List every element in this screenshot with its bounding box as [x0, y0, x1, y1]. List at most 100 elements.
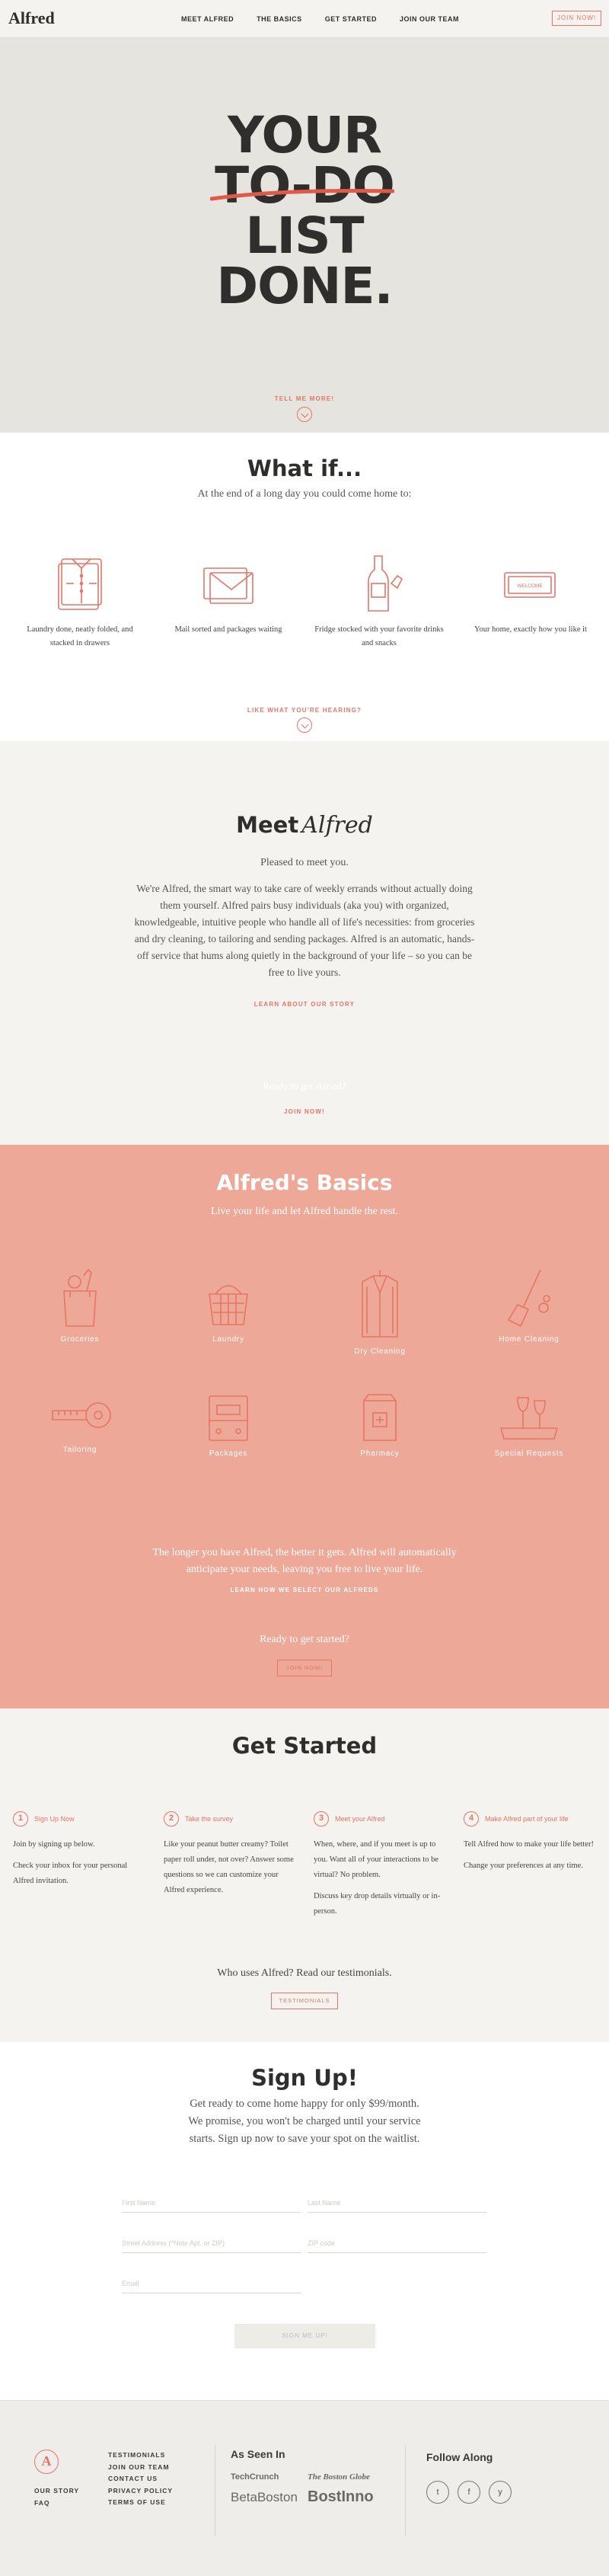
footer-divider — [405, 2445, 406, 2536]
basics-label: Tailoring — [62, 1446, 97, 1454]
welcome-mat-text: WELCOME — [517, 583, 543, 589]
as-seen-in-heading: As Seen In — [231, 2448, 285, 2460]
press-bostinno[interactable]: BostInno — [308, 2488, 374, 2506]
tumblr-icon[interactable]: t — [426, 2481, 449, 2504]
basics-label: Special Requests — [494, 1449, 564, 1458]
alfred-badge-logo[interactable]: A — [34, 2450, 59, 2474]
wine-bottle-icon — [368, 555, 403, 612]
basics-item: Home Cleaning — [461, 1268, 598, 1344]
what-if-title: What if... — [247, 455, 362, 481]
meet-title-meet: Meet — [236, 812, 299, 838]
nav-the-basics[interactable]: THE BASICS — [257, 15, 302, 23]
basics-join-now-button[interactable]: JOIN NOW! — [277, 1660, 332, 1676]
what-if-caption: Laundry done, neatly folded, and stacked… — [27, 625, 133, 647]
basics-title: Alfred's Basics — [216, 1170, 393, 1195]
footer-link-join-our-team[interactable]: JOIN OUR TEAM — [108, 2462, 173, 2474]
step-text: Discuss key drop details virtually or in… — [314, 1892, 441, 1916]
package-icon — [209, 1395, 248, 1441]
laundry-shirts-icon — [58, 558, 102, 610]
mail-envelope-icon — [203, 567, 253, 604]
press-betaboston[interactable]: BetaBoston — [231, 2490, 298, 2505]
footer-links-col2: TESTIMONIALS JOIN OUR TEAM CONTACT US PR… — [108, 2450, 173, 2509]
basics-label: Dry Cleaning — [354, 1347, 406, 1356]
basics-label: Home Cleaning — [499, 1335, 560, 1344]
nav-meet-alfred[interactable]: MEET ALFRED — [181, 15, 234, 23]
basics-item: Tailoring — [11, 1394, 148, 1454]
step-title: Make Alfred part of your life — [485, 1815, 569, 1823]
nav-get-started[interactable]: GET STARTED — [325, 15, 377, 23]
hero-line-todo: TO-DO — [215, 156, 395, 215]
wine-glasses-icon — [499, 1397, 559, 1440]
zip-code-field[interactable]: ZIP code — [308, 2236, 486, 2253]
basics-item: Pharmacy — [311, 1390, 448, 1458]
step-4: 4 Make Alfred part of your life Tell Alfr… — [464, 1811, 597, 1874]
strikethrough-stroke — [210, 188, 394, 201]
what-if-item: Laundry done, neatly folded, and stacked… — [15, 553, 145, 650]
learn-how-we-select-link[interactable]: LEARN HOW WE SELECT OUR ALFREDS — [0, 1587, 609, 1593]
who-uses-alfred-text: Who uses Alfred? Read our testimonials. — [217, 1967, 392, 1979]
footer-link-our-story[interactable]: OUR STORY — [34, 2485, 79, 2498]
follow-along-heading: Follow Along — [426, 2451, 493, 2463]
measuring-tape-icon — [52, 1402, 111, 1428]
footer-link-privacy-policy[interactable]: PRIVACY POLICY — [108, 2485, 173, 2498]
sign-up-text: Get ready to come home happy for only $9… — [188, 2098, 421, 2145]
step-text: Change your preferences at any time. — [464, 1862, 583, 1870]
what-if-section: What if... At the end of a long day you … — [0, 433, 609, 741]
first-name-field[interactable]: First Name — [122, 2196, 301, 2213]
step-text: Like your peanut butter creamy? Toilet p… — [164, 1840, 294, 1894]
last-name-field[interactable]: Last Name — [308, 2196, 486, 2213]
alfreds-basics-section: Alfred's Basics Live your life and let A… — [0, 1145, 609, 1708]
like-what-youre-hearing-link[interactable]: LIKE WHAT YOU'RE HEARING? — [0, 707, 609, 714]
sign-up-title: Sign Up! — [251, 2065, 358, 2091]
step-text: Tell Alfred how to make your life better… — [464, 1840, 594, 1849]
step-number-icon: 3 — [314, 1811, 329, 1827]
basics-item: Laundry — [160, 1268, 297, 1344]
street-address-field[interactable]: Street Address (*Note Apt. or ZIP) — [122, 2236, 301, 2253]
join-now-button[interactable]: JOIN NOW! — [552, 11, 601, 26]
nav-join-our-team[interactable]: JOIN OUR TEAM — [400, 15, 459, 23]
get-started-section: Get Started 1 Sign Up Now Join by signing… — [0, 1708, 609, 2042]
get-started-title: Get Started — [231, 1733, 378, 1759]
what-if-subtitle: At the end of a long day you could come … — [197, 488, 412, 500]
hero-line-your: YOUR — [228, 106, 382, 165]
alfred-logo[interactable]: Alfred — [8, 8, 55, 28]
sign-up-section: Sign Up! Get ready to come home happy fo… — [0, 2042, 609, 2400]
scroll-down-icon[interactable] — [297, 718, 312, 733]
footer-links-col1: OUR STORY FAQ — [34, 2485, 79, 2509]
site-footer: A OUR STORY FAQ TESTIMONIALS JOIN OUR TE… — [0, 2400, 609, 2576]
site-header: Alfred MEET ALFRED THE BASICS GET STARTE… — [0, 0, 609, 38]
press-boston-globe[interactable]: The Boston Globe — [308, 2472, 370, 2482]
facebook-icon[interactable]: f — [458, 2481, 480, 2504]
step-3: 3 Meet your Alfred When, where, and if yo… — [314, 1811, 447, 1919]
welcome-mat-icon: WELCOME — [504, 572, 556, 598]
step-title: Take the survey — [185, 1815, 234, 1823]
testimonials-button[interactable]: TESTIMONIALS — [271, 1993, 338, 2009]
meet-join-now-link[interactable]: JOIN NOW! — [0, 1108, 609, 1115]
twitter-icon[interactable]: y — [489, 2481, 512, 2504]
step-number-icon: 2 — [164, 1811, 179, 1827]
basics-label: Groceries — [60, 1335, 100, 1344]
footer-link-testimonials[interactable]: TESTIMONIALS — [108, 2450, 173, 2462]
what-if-item: Fridge stocked with your favorite drinks… — [314, 553, 444, 650]
step-1: 1 Sign Up Now Join by signing up below. C… — [13, 1811, 146, 1889]
step-text: Join by signing up below. — [13, 1840, 95, 1849]
dry-cleaning-jacket-icon — [362, 1270, 398, 1338]
press-techcrunch[interactable]: TechCrunch — [231, 2472, 279, 2482]
footer-link-faq[interactable]: FAQ — [34, 2498, 79, 2510]
step-title: Meet your Alfred — [335, 1815, 385, 1823]
learn-about-our-story-link[interactable]: LEARN ABOUT OUR STORY — [0, 1001, 609, 1008]
tell-me-more-link[interactable]: TELL ME MORE! — [0, 395, 609, 402]
main-nav: MEET ALFRED THE BASICS GET STARTED JOIN … — [181, 15, 482, 23]
sign-me-up-button[interactable]: SIGN ME UP! — [234, 2324, 375, 2348]
basics-label: Packages — [209, 1449, 248, 1458]
footer-link-contact-us[interactable]: CONTACT US — [108, 2473, 173, 2485]
scroll-down-icon[interactable] — [297, 407, 312, 422]
email-field[interactable]: Email — [122, 2277, 301, 2293]
meet-pleased-text: Pleased to meet you. — [260, 857, 349, 868]
what-if-caption: Your home, exactly how you like it — [474, 625, 587, 634]
meet-alfred-section: Meet Alfred Pleased to meet you. We're A… — [0, 741, 609, 1145]
basics-longer-text: The longer you have Alfred, the better i… — [152, 1547, 457, 1575]
hero-section: YOUR TO-DO LIST DONE. TELL ME MORE! — [0, 38, 609, 433]
basics-ready-text: Ready to get started? — [260, 1634, 349, 1645]
footer-link-terms-of-use[interactable]: TERMS OF USE — [108, 2497, 173, 2509]
